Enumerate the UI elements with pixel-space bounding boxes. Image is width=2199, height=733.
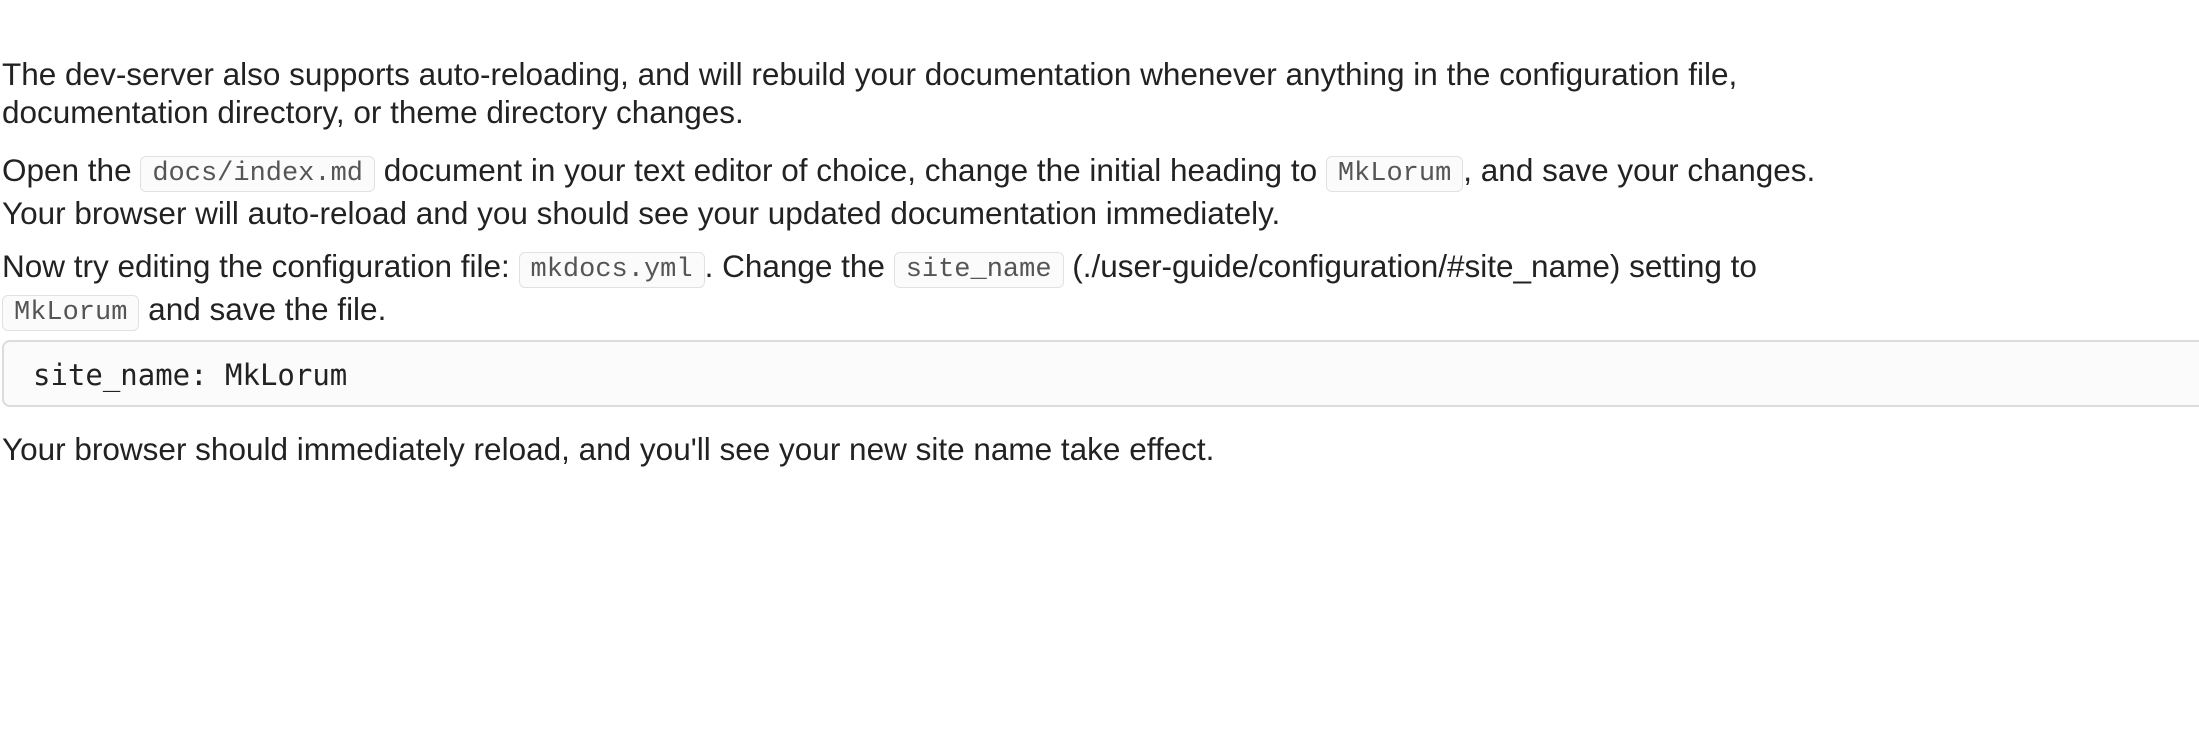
inline-code-mklorum: MkLorum xyxy=(1325,156,1464,192)
paragraph-line: Your browser should immediately reload, … xyxy=(2,431,1215,467)
text-fragment: document in your text editor of choice, … xyxy=(375,152,1326,188)
text-fragment: Open the xyxy=(2,152,141,188)
inline-code-site-name: site_name xyxy=(893,252,1064,288)
inline-code-docs-index: docs/index.md xyxy=(140,156,375,192)
paragraph-auto-reload: The dev-server also supports auto-reload… xyxy=(2,55,1737,131)
paragraph-line: documentation directory, or theme direct… xyxy=(2,94,744,130)
text-fragment: and save the file. xyxy=(139,291,387,327)
paragraph-line: The dev-server also supports auto-reload… xyxy=(2,56,1738,92)
paragraph-line: Your browser will auto-reload and you sh… xyxy=(2,195,1281,231)
code-block-content: site_name: MkLorum xyxy=(33,358,348,392)
paragraph-edit-config: Now try editing the configuration file: … xyxy=(2,247,1757,333)
text-fragment: Now try editing the configuration file: xyxy=(2,248,519,284)
paragraph-reload-result: Your browser should immediately reload, … xyxy=(2,430,1214,468)
inline-code-mklorum: MkLorum xyxy=(2,295,140,331)
text-fragment: , and save your changes. xyxy=(1463,152,1816,188)
code-block: site_name: MkLorum xyxy=(2,340,2199,407)
paragraph-edit-index: Open the docs/index.md document in your … xyxy=(2,151,1815,232)
inline-code-mkdocs-yml: mkdocs.yml xyxy=(518,252,705,288)
text-fragment: (./user-guide/configuration/#site_name) … xyxy=(1063,248,1757,284)
text-fragment: . Change the xyxy=(704,248,894,284)
